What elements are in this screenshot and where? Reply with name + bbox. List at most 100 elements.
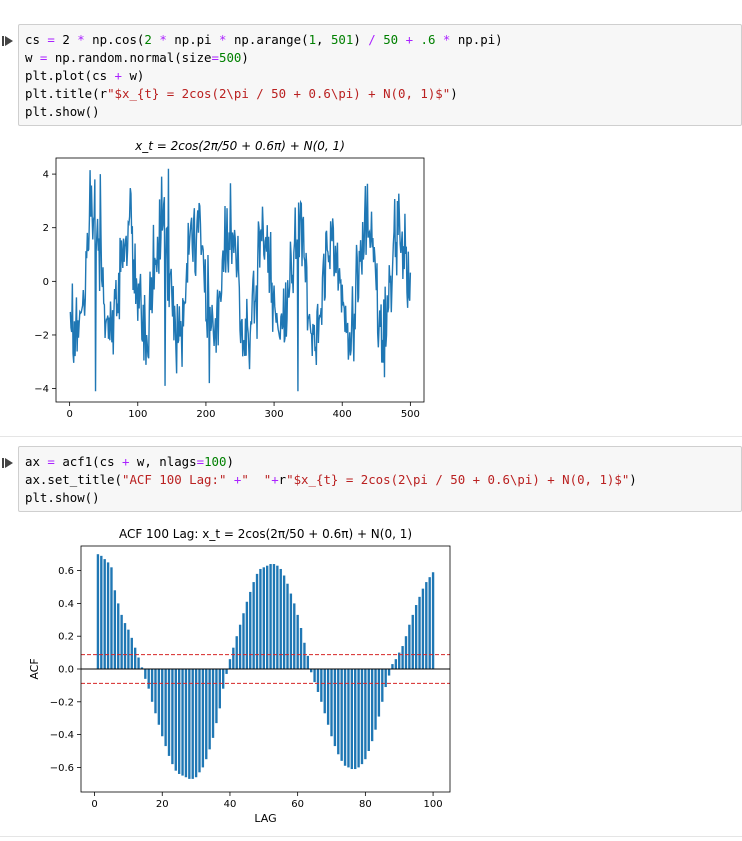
acf-bar [272, 564, 276, 669]
acf-bar [177, 669, 181, 774]
acf-bar [117, 603, 120, 669]
acf-bar [401, 646, 404, 669]
acf-bar [249, 591, 252, 669]
acf-bar [323, 669, 326, 714]
code-input-2[interactable]: ax = acf1(cs + w, nlags=100) ax.set_title… [18, 446, 742, 512]
acf-bar [279, 568, 282, 669]
acf-bar [113, 590, 117, 669]
code-line: ax = acf1(cs + w, nlags=100) [25, 454, 234, 469]
code-cell-2[interactable]: ax = acf1(cs + w, nlags=100) ax.set_title… [0, 446, 742, 512]
acf-bar [306, 655, 309, 669]
y-tick-label: 0.0 [58, 665, 74, 676]
code-line: ax.set_title("ACF 100 Lag:" +" "+r"$x_{t… [25, 472, 637, 487]
acf-bar [238, 624, 242, 669]
acf-bar-chart: ACF 100 Lag: x_t = 2cos(2π/50 + 0.6π) + … [28, 527, 451, 822]
acf-bar [418, 596, 421, 669]
acf-bar [225, 669, 228, 674]
acf-bar [384, 669, 387, 688]
acf-bar [120, 614, 123, 669]
x-tick-label: 300 [265, 409, 284, 420]
y-tick-label: −2 [34, 330, 49, 341]
code-line: plt.show() [25, 104, 100, 119]
acf-bar [154, 669, 157, 714]
acf-bar [404, 636, 408, 669]
acf-bar [167, 669, 171, 756]
acf-bar [350, 669, 354, 770]
x-tick-label: 60 [291, 799, 304, 810]
run-cell-icon[interactable] [2, 457, 14, 469]
acf-bar [242, 613, 245, 669]
acf-bar [164, 669, 167, 747]
acf-bar [181, 669, 184, 776]
acf-bar [370, 669, 374, 742]
acf-bar [222, 669, 225, 689]
acf-bar [337, 669, 340, 755]
acf-bar [421, 588, 425, 669]
acf-bar [137, 657, 140, 669]
acf-bar [198, 669, 201, 773]
acf-bar [428, 577, 431, 669]
acf-bar [391, 664, 394, 669]
plot-output-2: ACF 100 Lag: x_t = 2cos(2π/50 + 0.6π) + … [18, 522, 458, 822]
acf-bar [100, 555, 103, 669]
x-axis-label: LAG [254, 812, 276, 822]
acf-bar [144, 669, 147, 679]
x-tick-label: 500 [401, 409, 420, 420]
series-line [69, 168, 412, 392]
acf-bar [106, 562, 110, 669]
code-line: plt.show() [25, 490, 100, 505]
acf-bar [340, 669, 343, 761]
acf-bar [232, 647, 235, 669]
acf-bar [266, 565, 269, 669]
code-line: w = np.random.normal(size=500) [25, 50, 249, 65]
acf-bar [147, 669, 150, 689]
acf-bar [320, 669, 323, 702]
acf-bar [205, 669, 208, 760]
x-tick-label: 400 [333, 409, 352, 420]
x-tick-label: 20 [156, 799, 169, 810]
plot-frame [55, 157, 425, 403]
acf-bar [215, 669, 218, 724]
cell-separator [0, 836, 742, 837]
acf-bar [208, 669, 211, 750]
y-tick-label: 0.2 [58, 632, 74, 643]
x-tick-label: 0 [91, 799, 97, 810]
acf-bar [326, 669, 330, 725]
y-tick-label: −0.2 [50, 697, 74, 708]
y-tick-label: 0.4 [58, 599, 74, 610]
y-tick-label: −4 [34, 384, 49, 395]
acf-bar [259, 568, 262, 669]
y-tick-label: 4 [43, 170, 49, 181]
acf-bar [333, 669, 337, 747]
y-tick-label: 0.6 [58, 566, 74, 577]
acf-bar [276, 565, 279, 669]
y-tick-label: 0 [43, 277, 49, 288]
chart-title: x_t = 2cos(2π/50 + 0.6π) + N(0, 1) [134, 139, 345, 153]
y-tick-label: −0.6 [50, 763, 74, 774]
acf-bar [313, 669, 316, 683]
acf-bar [188, 669, 191, 779]
acf-bar [103, 559, 106, 669]
x-tick-label: 200 [196, 409, 215, 420]
acf-bar [262, 567, 265, 669]
code-input-1[interactable]: cs = 2 * np.cos(2 * np.pi * np.arange(1,… [18, 24, 742, 126]
acf-bar [364, 669, 367, 760]
x-tick-label: 100 [424, 799, 443, 810]
acf-bar [110, 567, 113, 669]
code-line: plt.title(r"$x_{t} = 2cos(2\pi / 50 + 0.… [25, 86, 458, 101]
run-cell-icon[interactable] [2, 35, 14, 47]
acf-bar [150, 669, 154, 702]
acf-bar [374, 669, 377, 730]
acf-bar [408, 624, 411, 669]
acf-bar [245, 601, 249, 669]
acf-bar [381, 669, 384, 702]
acf-bar [127, 629, 130, 669]
acf-bar [174, 669, 177, 771]
y-tick-label: 2 [43, 223, 49, 234]
chart-title: ACF 100 Lag: x_t = 2cos(2π/50 + 0.6π) + … [119, 527, 412, 541]
acf-bar [303, 642, 306, 669]
x-tick-label: 40 [224, 799, 237, 810]
acf-bar [252, 582, 255, 669]
code-cell-1[interactable]: cs = 2 * np.cos(2 * np.pi * np.arange(1,… [0, 24, 742, 126]
acf-bar [218, 669, 221, 709]
